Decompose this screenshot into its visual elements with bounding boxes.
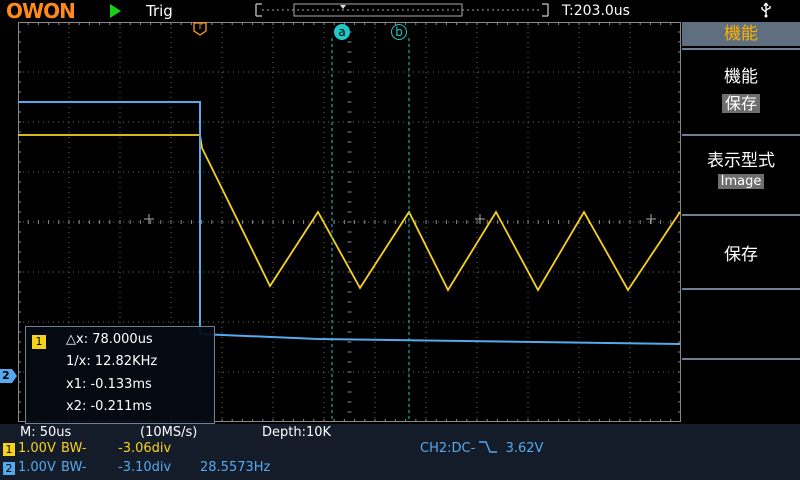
menu-display-type-value: Image (682, 174, 800, 189)
cursor-measure-panel: 1 △x: 78.000us 1/x: 12.82KHz x1: -0.133m… (25, 326, 215, 424)
trigger-marker-label: T (197, 22, 203, 32)
cursor-b-marker[interactable]: b (391, 24, 407, 40)
record-depth-label: Depth:10K (262, 425, 332, 440)
menu-save-label: 保存 (724, 245, 758, 265)
cursor-inverse-x: 1/x: 12.82KHz (66, 354, 158, 369)
cursor-x2: x2: -0.211ms (66, 399, 152, 414)
timebase-label: M: 50us (20, 425, 72, 440)
ch2-scale: 1.00V (18, 460, 56, 475)
cursor-channel-badge: 1 (32, 335, 46, 349)
ch1-offset: -3.06div (118, 441, 172, 456)
grid-crosshair (646, 214, 656, 224)
ch2-trace (18, 101, 681, 345)
top-status-bar: OWON Trig T:203.0us (0, 0, 800, 22)
trigger-time-position: T:203.0us (562, 3, 630, 19)
menu-empty-slot-5[interactable] (682, 358, 800, 424)
ch2-offset: -3.10div (118, 460, 172, 475)
memory-position-bar[interactable] (254, 2, 550, 18)
cursor-x1: x1: -0.133ms (66, 377, 152, 392)
trigger-source: CH2:DC- (420, 441, 476, 456)
brand-text: OWON (6, 0, 76, 23)
ch2-frequency: 28.5573Hz (200, 460, 271, 475)
side-menu: 機能 機能 保存 表示型式 Image 保存 (682, 22, 800, 424)
cursor-a-marker[interactable]: a (334, 24, 350, 40)
side-menu-title: 機能 (682, 22, 800, 46)
run-state-icon[interactable] (110, 4, 121, 18)
cursor-b-label: b (395, 25, 403, 39)
ch1-badge: 1 (3, 443, 15, 456)
menu-save-button[interactable]: 保存 (682, 214, 800, 288)
sample-rate-label: (10MS/s) (140, 425, 198, 440)
ch1-scale: 1.00V (18, 441, 56, 456)
trigger-source-info: CH2:DC- 3.62V (420, 441, 543, 456)
ch2-badge: 2 (3, 462, 15, 475)
brand-logo: OWON (6, 0, 76, 23)
menu-function-value: 保存 (682, 90, 800, 114)
falling-edge-icon (479, 441, 498, 453)
cursor-a-label: a (338, 25, 346, 39)
menu-display-type-label: 表示型式 (707, 151, 775, 171)
ch2-bandwidth: BW- (61, 460, 87, 475)
grid-crosshair (144, 214, 154, 224)
trigger-level: 3.62V (505, 441, 544, 456)
trigger-status-label: Trig (146, 2, 173, 20)
bottom-status-bar: M: 50us (10MS/s) Depth:10K 1 1.00V BW- -… (0, 424, 800, 480)
ch1-bandwidth: BW- (61, 441, 87, 456)
ch2-marker-label: 2 (2, 369, 10, 382)
menu-function-button[interactable]: 機能 保存 (682, 48, 800, 134)
ch2-waveform (18, 101, 681, 345)
trigger-position-marker[interactable]: T (193, 22, 207, 36)
menu-function-label: 機能 (724, 67, 758, 87)
cursor-delta-x: △x: 78.000us (66, 332, 153, 347)
menu-display-type-button[interactable]: 表示型式 Image (682, 134, 800, 214)
usb-icon (761, 2, 771, 18)
ch2-offset-marker[interactable]: 2 (0, 368, 18, 384)
menu-empty-slot-4[interactable] (682, 288, 800, 358)
